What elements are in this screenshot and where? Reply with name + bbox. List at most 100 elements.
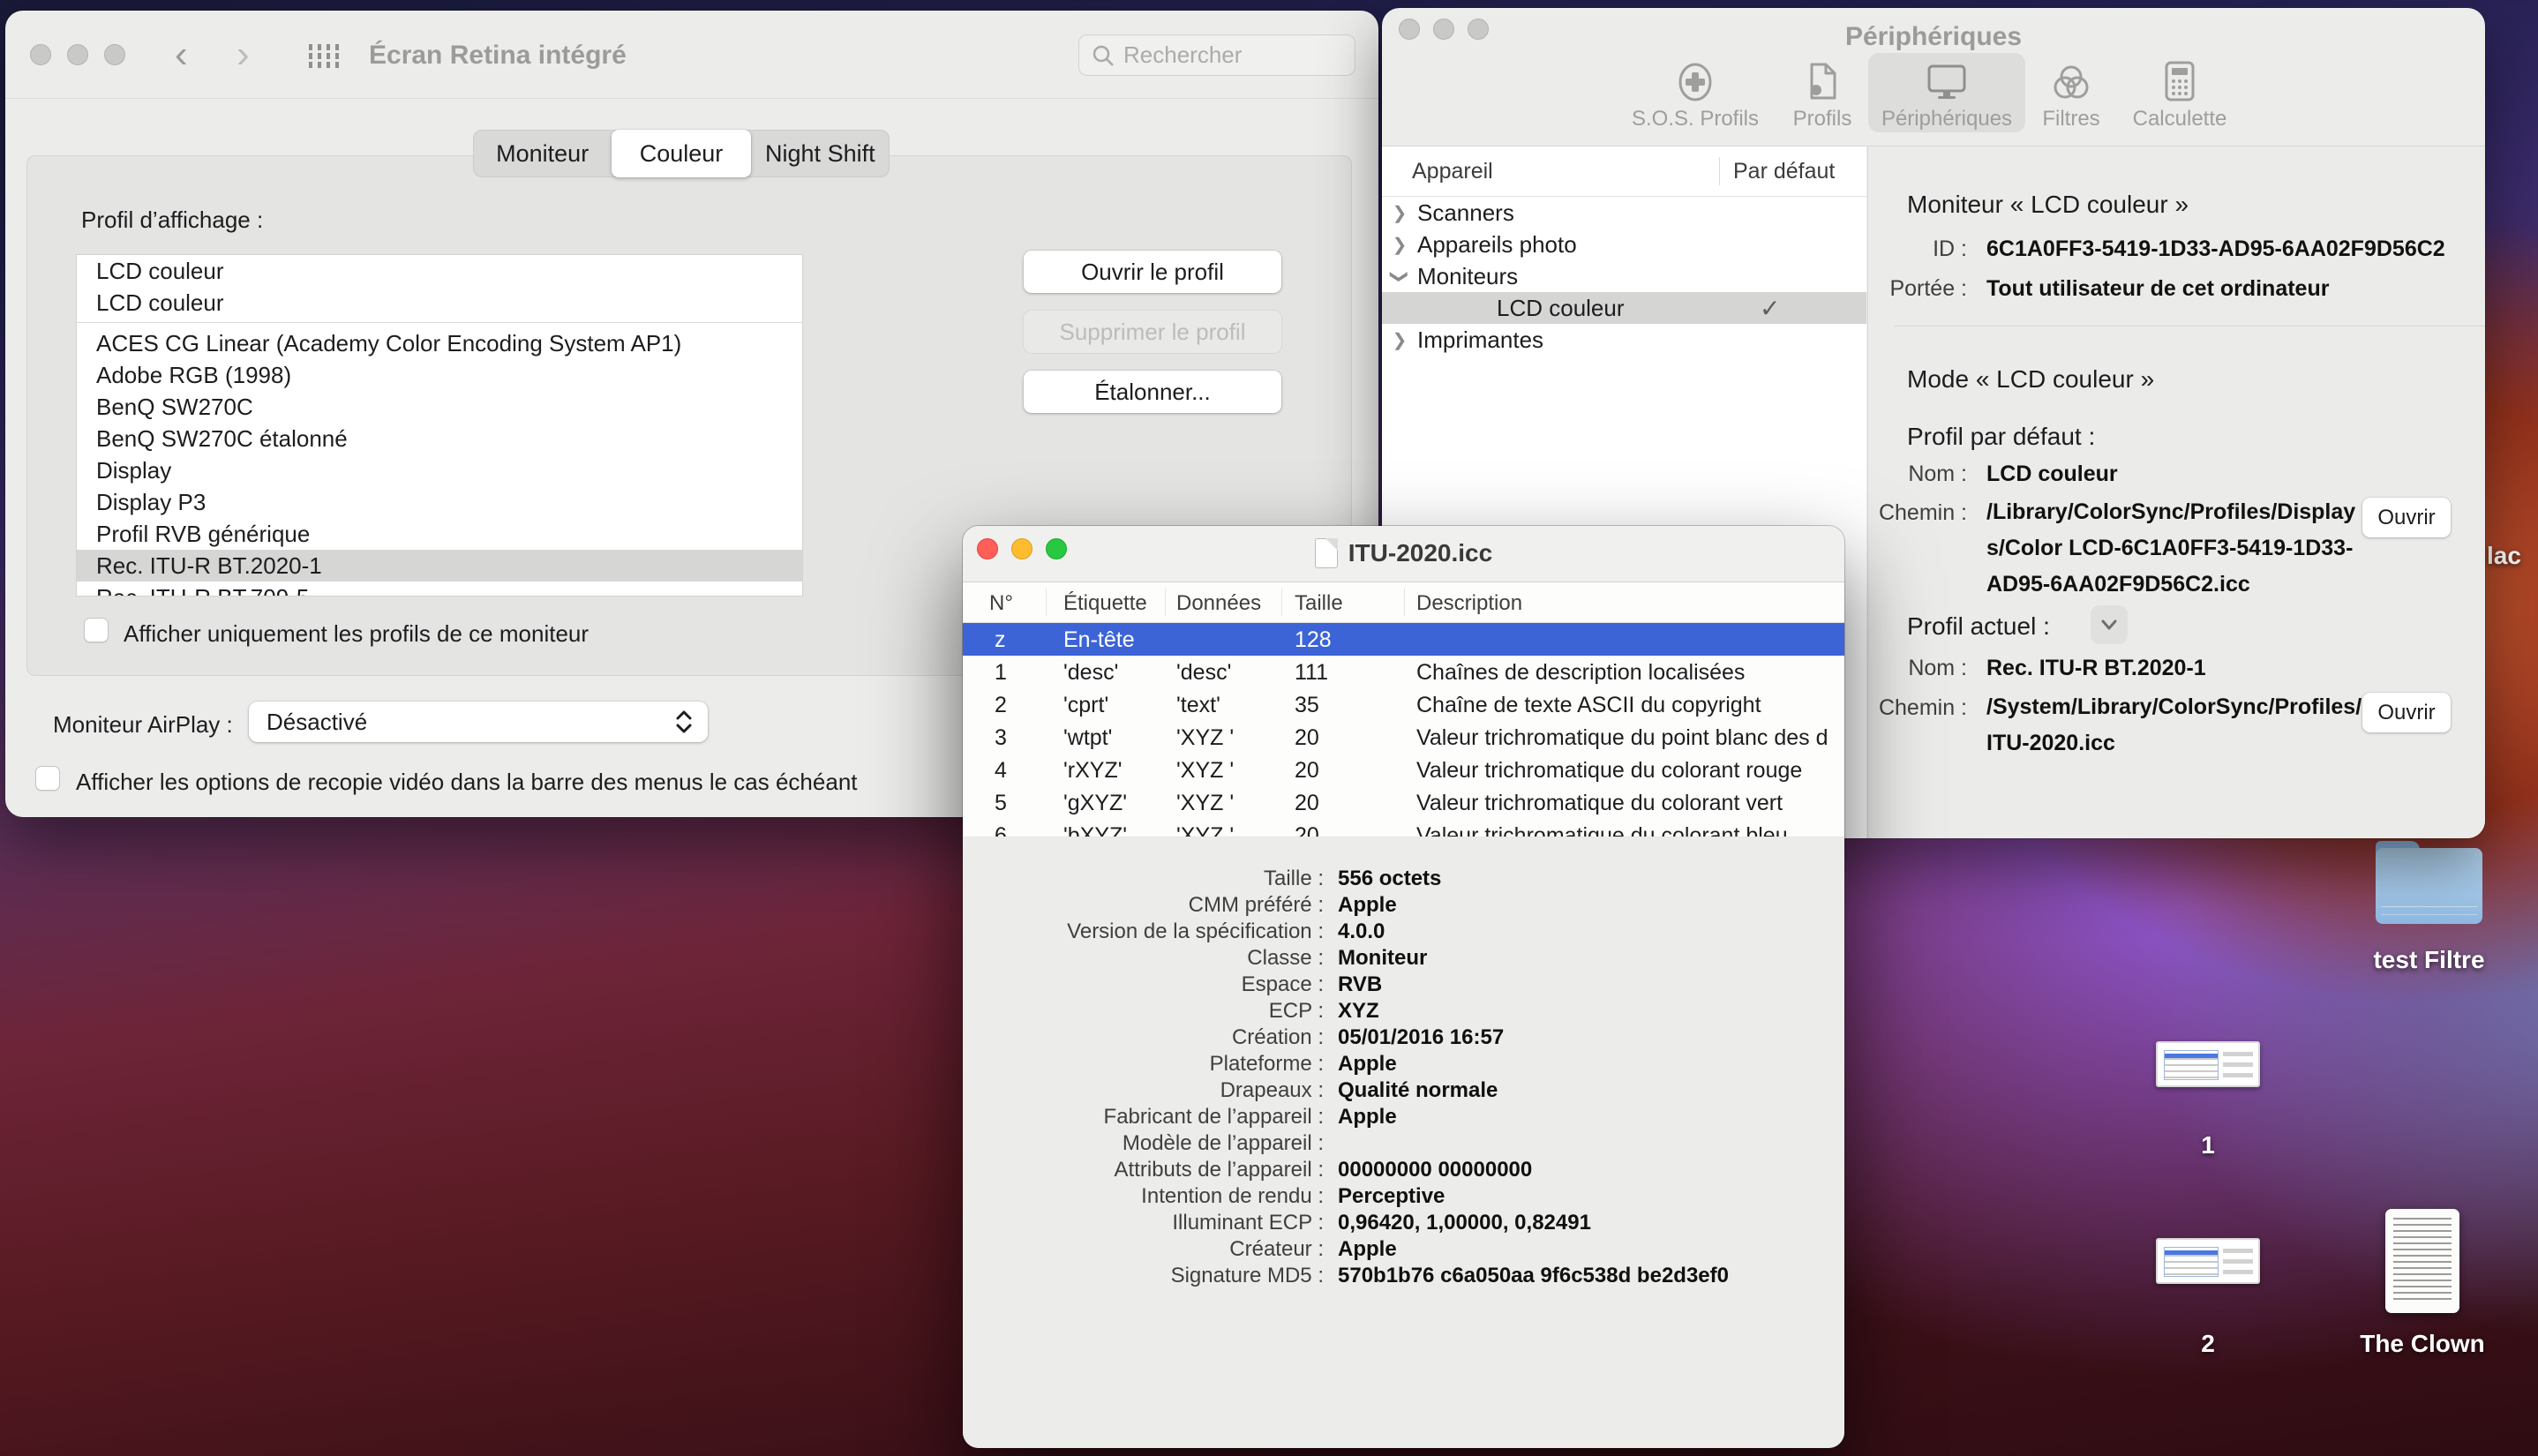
list-item[interactable]: Rec. ITU-R BT.709-5 <box>77 582 802 597</box>
column-appareil[interactable]: Appareil <box>1412 159 1493 184</box>
window-title: ITU-2020.icc <box>1348 539 1492 567</box>
tree-item-scanners[interactable]: ❯ Scanners <box>1382 197 1866 229</box>
close-button[interactable] <box>30 44 51 65</box>
first-aid-icon <box>1629 61 1761 101</box>
calculator-icon <box>2114 61 2246 101</box>
back-button[interactable]: ‹ <box>175 37 188 72</box>
open-default-profile-button[interactable]: Ouvrir <box>2362 498 2451 537</box>
forward-button[interactable]: › <box>237 37 250 72</box>
list-item[interactable]: LCD couleur <box>77 255 802 287</box>
toolbar-profils[interactable]: Profils <box>1756 61 1888 131</box>
screenshot-thumbnail-1[interactable] <box>2156 1041 2260 1087</box>
window-title: Écran Retina intégré <box>369 41 627 71</box>
property-row: CMM préféré :Apple <box>963 892 1844 919</box>
chevron-down-icon <box>2100 619 2118 631</box>
document-text-lines <box>2393 1218 2452 1304</box>
property-row: Attributs de l’appareil :00000000 000000… <box>963 1157 1844 1183</box>
column-etiquette[interactable]: Étiquette <box>1063 591 1147 616</box>
toolbar-sos-profils[interactable]: S.O.S. Profils <box>1629 61 1761 131</box>
property-row: Classe :Moniteur <box>963 945 1844 972</box>
property-row: Drapeaux :Qualité normale <box>963 1077 1844 1104</box>
airplay-value: Désactivé <box>267 709 367 736</box>
device-list-header: Appareil Par défaut <box>1382 146 1866 197</box>
list-item[interactable]: LCD couleur <box>77 287 802 319</box>
search-input[interactable] <box>1123 41 1300 69</box>
table-row[interactable]: 1 'desc' 'desc' 111 Chaînes de descripti… <box>963 656 1844 688</box>
name-value: Rec. ITU-R BT.2020-1 <box>1986 656 2206 681</box>
column-donnees[interactable]: Données <box>1176 591 1261 616</box>
current-profile-menu-button[interactable] <box>2091 605 2128 644</box>
monitor-section-title: Moniteur « LCD couleur » <box>1907 191 2189 219</box>
column-no[interactable]: N° <box>989 591 1013 616</box>
mode-section-title: Mode « LCD couleur » <box>1907 365 2154 394</box>
list-item[interactable]: ACES CG Linear (Academy Color Encoding S… <box>77 327 802 359</box>
show-only-profiles-checkbox[interactable] <box>84 618 109 642</box>
name-value: LCD couleur <box>1986 462 2118 487</box>
tab-moniteur[interactable]: Moniteur <box>473 130 612 177</box>
desktop-icon-label-the-clown[interactable]: The Clown <box>2347 1330 2497 1358</box>
default-profile-label: Profil par défaut : <box>1907 423 2095 451</box>
open-current-profile-button[interactable]: Ouvrir <box>2362 693 2451 732</box>
grid-icon[interactable] <box>309 44 342 69</box>
list-item[interactable]: Adobe RGB (1998) <box>77 359 802 391</box>
id-value: 6C1A0FF3-5419-1D33-AD95-6AA02F9D56C2 <box>1986 236 2445 262</box>
list-item[interactable]: BenQ SW270C <box>77 391 802 423</box>
zoom-button[interactable] <box>104 44 125 65</box>
disclosure-collapsed-icon[interactable]: ❯ <box>1382 234 1417 256</box>
tab-couleur[interactable]: Couleur <box>612 130 750 177</box>
table-row[interactable]: 3 'wtpt' 'XYZ ' 20 Valeur trichromatique… <box>963 721 1844 754</box>
property-row: Plateforme :Apple <box>963 1051 1844 1077</box>
disclosure-collapsed-icon[interactable]: ❯ <box>1382 329 1417 351</box>
search-field[interactable] <box>1078 34 1355 76</box>
open-profile-button[interactable]: Ouvrir le profil <box>1024 251 1281 293</box>
table-row[interactable]: 2 'cprt' 'text' 35 Chaîne de texte ASCII… <box>963 688 1844 721</box>
property-row: Taille :556 octets <box>963 866 1844 892</box>
folder-icon-test-filtre[interactable] <box>2376 841 2482 924</box>
column-description[interactable]: Description <box>1416 591 1522 616</box>
current-profile-label: Profil actuel : <box>1907 612 2050 641</box>
table-row-selected[interactable]: z En-tête 128 <box>963 623 1844 656</box>
table-row[interactable]: 4 'rXYZ' 'XYZ ' 20 Valeur trichromatique… <box>963 754 1844 786</box>
profile-list[interactable]: LCD couleur LCD couleur ACES CG Linear (… <box>76 254 803 597</box>
desktop-icon-label-test-filtre[interactable]: test Filtre <box>2358 946 2500 974</box>
minimize-button[interactable] <box>67 44 88 65</box>
id-label: ID : <box>1773 236 1967 262</box>
property-row: Espace :RVB <box>963 972 1844 998</box>
list-item[interactable]: Display <box>77 454 802 486</box>
toolbar-peripheriques[interactable]: Périphériques <box>1881 61 2013 131</box>
device-detail-pane: Moniteur « LCD couleur » ID : 6C1A0FF3-5… <box>1867 146 2485 838</box>
airplay-dropdown[interactable]: Désactivé <box>249 702 708 742</box>
property-row: Version de la spécification :4.0.0 <box>963 919 1844 945</box>
desktop-icon-label-1[interactable]: 1 <box>2164 1131 2252 1160</box>
property-row: Création :05/01/2016 16:57 <box>963 1024 1844 1051</box>
disclosure-collapsed-icon[interactable]: ❯ <box>1382 202 1417 224</box>
disclosure-expanded-icon[interactable]: ❯ <box>1389 259 1411 294</box>
monitor-icon <box>1881 61 2013 101</box>
list-item[interactable]: Display P3 <box>77 486 802 518</box>
property-row: Signature MD5 :570b1b76 c6a050aa 9f6c538… <box>963 1263 1844 1289</box>
scope-value: Tout utilisateur de cet ordinateur <box>1986 276 2329 302</box>
stepper-icon <box>674 709 694 735</box>
column-par-defaut[interactable]: Par défaut <box>1733 159 1835 184</box>
desktop-icon-label-2[interactable]: 2 <box>2164 1330 2252 1358</box>
column-taille[interactable]: Taille <box>1295 591 1343 616</box>
desktop-icon-label-partial[interactable]: lac <box>2487 542 2538 570</box>
tree-item-imprimantes[interactable]: ❯ Imprimantes <box>1382 324 1866 356</box>
icc-titlebar[interactable]: ITU-2020.icc <box>963 526 1844 582</box>
folder-body <box>2376 848 2482 924</box>
profile-document-icon <box>1756 61 1888 101</box>
mirroring-checkbox[interactable] <box>35 766 60 791</box>
list-item[interactable]: Profil RVB générique <box>77 518 802 550</box>
delete-profile-button[interactable]: Supprimer le profil <box>1024 311 1281 353</box>
settings-titlebar[interactable]: ‹ › Écran Retina intégré <box>5 11 1378 99</box>
calibrate-button[interactable]: Étalonner... <box>1024 371 1281 413</box>
toolbar-calculette[interactable]: Calculette <box>2114 61 2246 131</box>
tab-night-shift[interactable]: Night Shift <box>751 130 890 177</box>
table-row[interactable]: 6 'bXYZ' 'XYZ ' 20 Valeur trichromatique… <box>963 819 1844 837</box>
table-row[interactable]: 5 'gXYZ' 'XYZ ' 20 Valeur trichromatique… <box>963 786 1844 819</box>
screenshot-thumbnail-2[interactable] <box>2156 1238 2260 1284</box>
document-thumbnail-the-clown[interactable] <box>2385 1209 2459 1313</box>
thumbnail-buttons <box>2223 1052 2253 1078</box>
list-item-selected[interactable]: Rec. ITU-R BT.2020-1 <box>77 550 802 582</box>
list-item[interactable]: BenQ SW270C étalonné <box>77 423 802 454</box>
